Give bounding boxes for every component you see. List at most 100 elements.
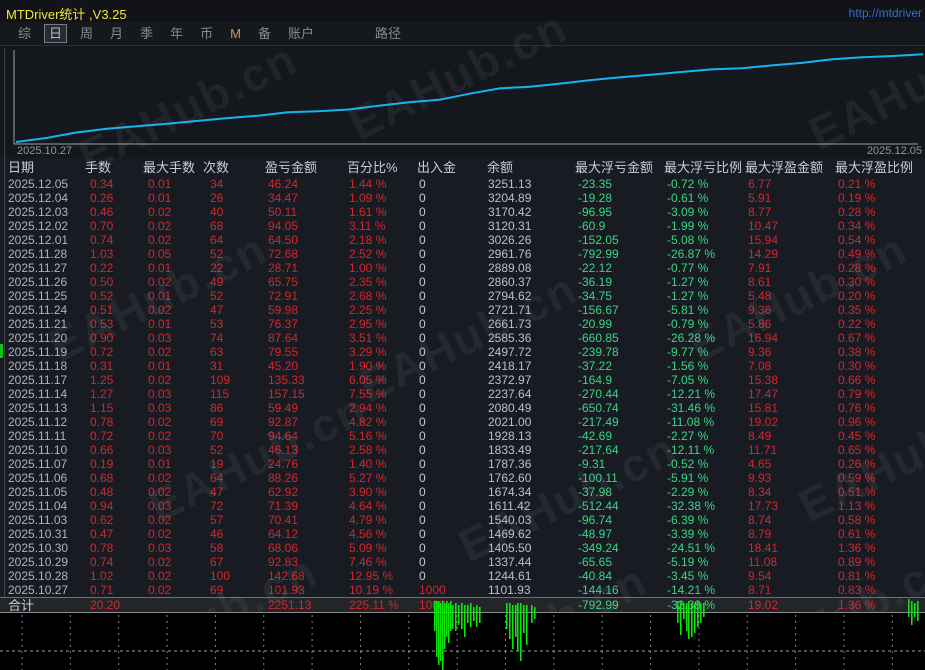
- table-cell: 1674.34: [488, 485, 532, 499]
- table-cell: 2.95 %: [349, 317, 387, 331]
- table-cell: 8.77: [748, 205, 772, 219]
- tab-path[interactable]: 路径: [371, 25, 405, 42]
- tab-comment[interactable]: 备: [254, 25, 275, 42]
- table-row[interactable]: 2025.11.06 0.68 0.02 64 88.26 5.27 % 0 1762.60 -…: [0, 471, 925, 485]
- table-cell: 2025.11.21: [8, 317, 68, 331]
- table-cell: 2721.71: [488, 303, 532, 317]
- tab-month[interactable]: 月: [106, 25, 127, 42]
- table-cell: -40.84: [578, 569, 613, 583]
- table-row[interactable]: 2025.11.27 0.22 0.01 22 28.71 1.00 % 0 2889.08 -…: [0, 261, 925, 275]
- chart-end-date-label: 2025.12.05: [866, 145, 922, 157]
- table-row[interactable]: 2025.12.04 0.26 0.01 26 34.47 1.09 % 0 3204.89 -…: [0, 191, 925, 205]
- table-cell: 2025.11.07: [8, 457, 68, 471]
- table-cell: 0.28 %: [838, 261, 876, 275]
- table-cell: -5.81 %: [667, 303, 709, 317]
- site-url-link[interactable]: http://mtdriver: [849, 6, 922, 20]
- table-row[interactable]: 2025.12.01 0.74 0.02 64 64.50 2.18 % 0 3026.26 -…: [0, 233, 925, 247]
- table-row[interactable]: 2025.10.28 1.02 0.02 100 142.68 12.95 % 0 1244.…: [0, 569, 925, 583]
- tab-account[interactable]: 账户: [284, 25, 318, 42]
- tab-day[interactable]: 日: [44, 24, 68, 43]
- table-row[interactable]: 2025.11.18 0.31 0.01 31 45.20 1.90 % 0 2418.17 -…: [0, 359, 925, 373]
- table-row[interactable]: 2025.11.05 0.48 0.02 47 62.92 3.90 % 0 1674.34 -…: [0, 485, 925, 499]
- table-cell: -36.19: [578, 275, 613, 289]
- table-cell: 0.03: [148, 443, 172, 457]
- table-cell: 8.34: [748, 485, 772, 499]
- table-row[interactable]: 2025.11.17 1.25 0.02 109 135.33 6.05 % 0 2372.9…: [0, 373, 925, 387]
- tab-year[interactable]: 年: [166, 25, 187, 42]
- table-cell: 0.62: [90, 513, 114, 527]
- table-row[interactable]: 2025.12.05 0.34 0.01 34 46.24 1.44 % 0 3251.13 -…: [0, 177, 925, 191]
- table-row[interactable]: 2025.11.20 0.90 0.03 74 87.64 3.51 % 0 2585.36 -…: [0, 331, 925, 345]
- table-cell: 62.92: [268, 485, 299, 499]
- table-row[interactable]: 2025.11.24 0.51 0.02 47 59.98 2.25 % 0 2721.71 -…: [0, 303, 925, 317]
- table-cell: 9.93: [748, 471, 772, 485]
- table-cell: 0.66 %: [838, 373, 876, 387]
- header-cell: 次数: [203, 160, 230, 175]
- tab-magic[interactable]: M: [226, 25, 245, 42]
- table-cell: 0.51: [90, 303, 114, 317]
- table-cell: 0.02: [148, 471, 172, 485]
- table-row[interactable]: 2025.11.21 0.53 0.01 53 76.37 2.95 % 0 2661.73 -…: [0, 317, 925, 331]
- table-cell: 0.70: [90, 219, 114, 233]
- table-row[interactable]: 2025.11.25 0.52 0.01 52 72.91 2.68 % 0 2794.62 -…: [0, 289, 925, 303]
- table-row[interactable]: 2025.10.31 0.47 0.02 46 64.12 4.56 % 0 1469.62 -…: [0, 527, 925, 541]
- table-cell: 64: [210, 471, 224, 485]
- table-cell: 50.11: [268, 205, 298, 219]
- tab-currency[interactable]: 币: [196, 25, 217, 42]
- table-cell: 0.53: [90, 317, 114, 331]
- table-cell: 1.15: [90, 401, 114, 415]
- table-row[interactable]: 2025.11.19 0.72 0.02 63 79.55 3.29 % 0 2497.72 -…: [0, 345, 925, 359]
- drawdown-bar: [531, 605, 533, 623]
- table-row[interactable]: 2025.11.10 0.66 0.03 52 46.13 2.58 % 0 1833.49 -…: [0, 443, 925, 457]
- table-cell: 5.91: [748, 191, 772, 205]
- tab-quarter[interactable]: 季: [136, 25, 157, 42]
- table-row[interactable]: 2025.11.07 0.19 0.01 19 24.76 1.40 % 0 1787.36 -…: [0, 457, 925, 471]
- table-cell: 2080.49: [488, 401, 532, 415]
- table-cell: 0: [419, 485, 426, 499]
- table-cell: 1.13 %: [838, 499, 876, 513]
- table-cell: 0.79 %: [838, 387, 876, 401]
- drawdown-bar: [455, 603, 457, 631]
- table-cell: 1.40 %: [349, 457, 387, 471]
- table-cell: 2025.11.24: [8, 303, 68, 317]
- tab-week[interactable]: 周: [76, 25, 97, 42]
- table-row[interactable]: 2025.11.11 0.72 0.02 70 94.64 5.16 % 0 1928.13 -…: [0, 429, 925, 443]
- table-cell: -0.72 %: [667, 177, 709, 191]
- table-cell: 92.83: [268, 555, 299, 569]
- table-cell: 2961.76: [488, 247, 532, 261]
- drawdown-bar: [512, 605, 514, 649]
- table-cell: 49: [210, 275, 224, 289]
- table-cell: 68: [210, 219, 224, 233]
- table-row[interactable]: 2025.11.28 1.03 0.05 52 72.68 2.52 % 0 2961.76 -…: [0, 247, 925, 261]
- table-row[interactable]: 2025.10.30 0.78 0.03 58 68.06 5.09 % 0 1405.50 -…: [0, 541, 925, 555]
- table-row[interactable]: 2025.12.02 0.70 0.02 68 94.05 3.11 % 0 3120.31 -…: [0, 219, 925, 233]
- table-cell: 2021.00: [488, 415, 532, 429]
- table-row[interactable]: 2025.11.14 1.27 0.03 115 157.15 7.55 % 0 2237.6…: [0, 387, 925, 401]
- table-row[interactable]: 2025.11.04 0.94 0.03 72 71.39 4.64 % 0 1611.42 -…: [0, 499, 925, 513]
- table-cell: -270.44: [578, 387, 619, 401]
- table-row[interactable]: 2025.11.12 0.78 0.02 69 92.87 4.82 % 0 2021.00 -…: [0, 415, 925, 429]
- table-cell: 0.51 %: [838, 485, 876, 499]
- table-row[interactable]: 2025.10.27 0.71 0.02 69 101.93 10.19 % 1000 110…: [0, 583, 925, 597]
- table-cell: 0: [419, 429, 426, 443]
- table-row[interactable]: 2025.11.03 0.62 0.02 57 70.41 4.79 % 0 1540.03 -…: [0, 513, 925, 527]
- table-row[interactable]: 2025.11.26 0.50 0.02 49 65.75 2.35 % 0 2860.37 -…: [0, 275, 925, 289]
- table-cell: -0.52 %: [667, 457, 709, 471]
- table-cell: 2860.37: [488, 275, 532, 289]
- table-cell: 2025.10.29: [8, 555, 69, 569]
- table-cell: 2025.11.10: [8, 443, 68, 457]
- table-cell: 2661.73: [488, 317, 532, 331]
- header-cell: 手数: [85, 160, 112, 175]
- table-cell: 14.29: [748, 247, 779, 261]
- table-row[interactable]: 2025.11.13 1.15 0.03 86 59.49 2.94 % 0 2080.49 -…: [0, 401, 925, 415]
- table-cell: 0: [419, 387, 426, 401]
- drawdown-bar: [450, 601, 452, 631]
- table-cell: 79.55: [268, 345, 299, 359]
- table-cell: 0.19 %: [838, 191, 876, 205]
- table-row[interactable]: 2025.10.29 0.74 0.02 67 92.83 7.46 % 0 1337.44 -…: [0, 555, 925, 569]
- drawdown-bar: [515, 605, 517, 637]
- tab-summary[interactable]: 综: [14, 25, 35, 42]
- table-row[interactable]: 2025.12.03 0.46 0.02 40 50.11 1.61 % 0 3170.42 -…: [0, 205, 925, 219]
- table-cell: 2.35 %: [349, 275, 387, 289]
- table-cell: 0: [419, 415, 426, 429]
